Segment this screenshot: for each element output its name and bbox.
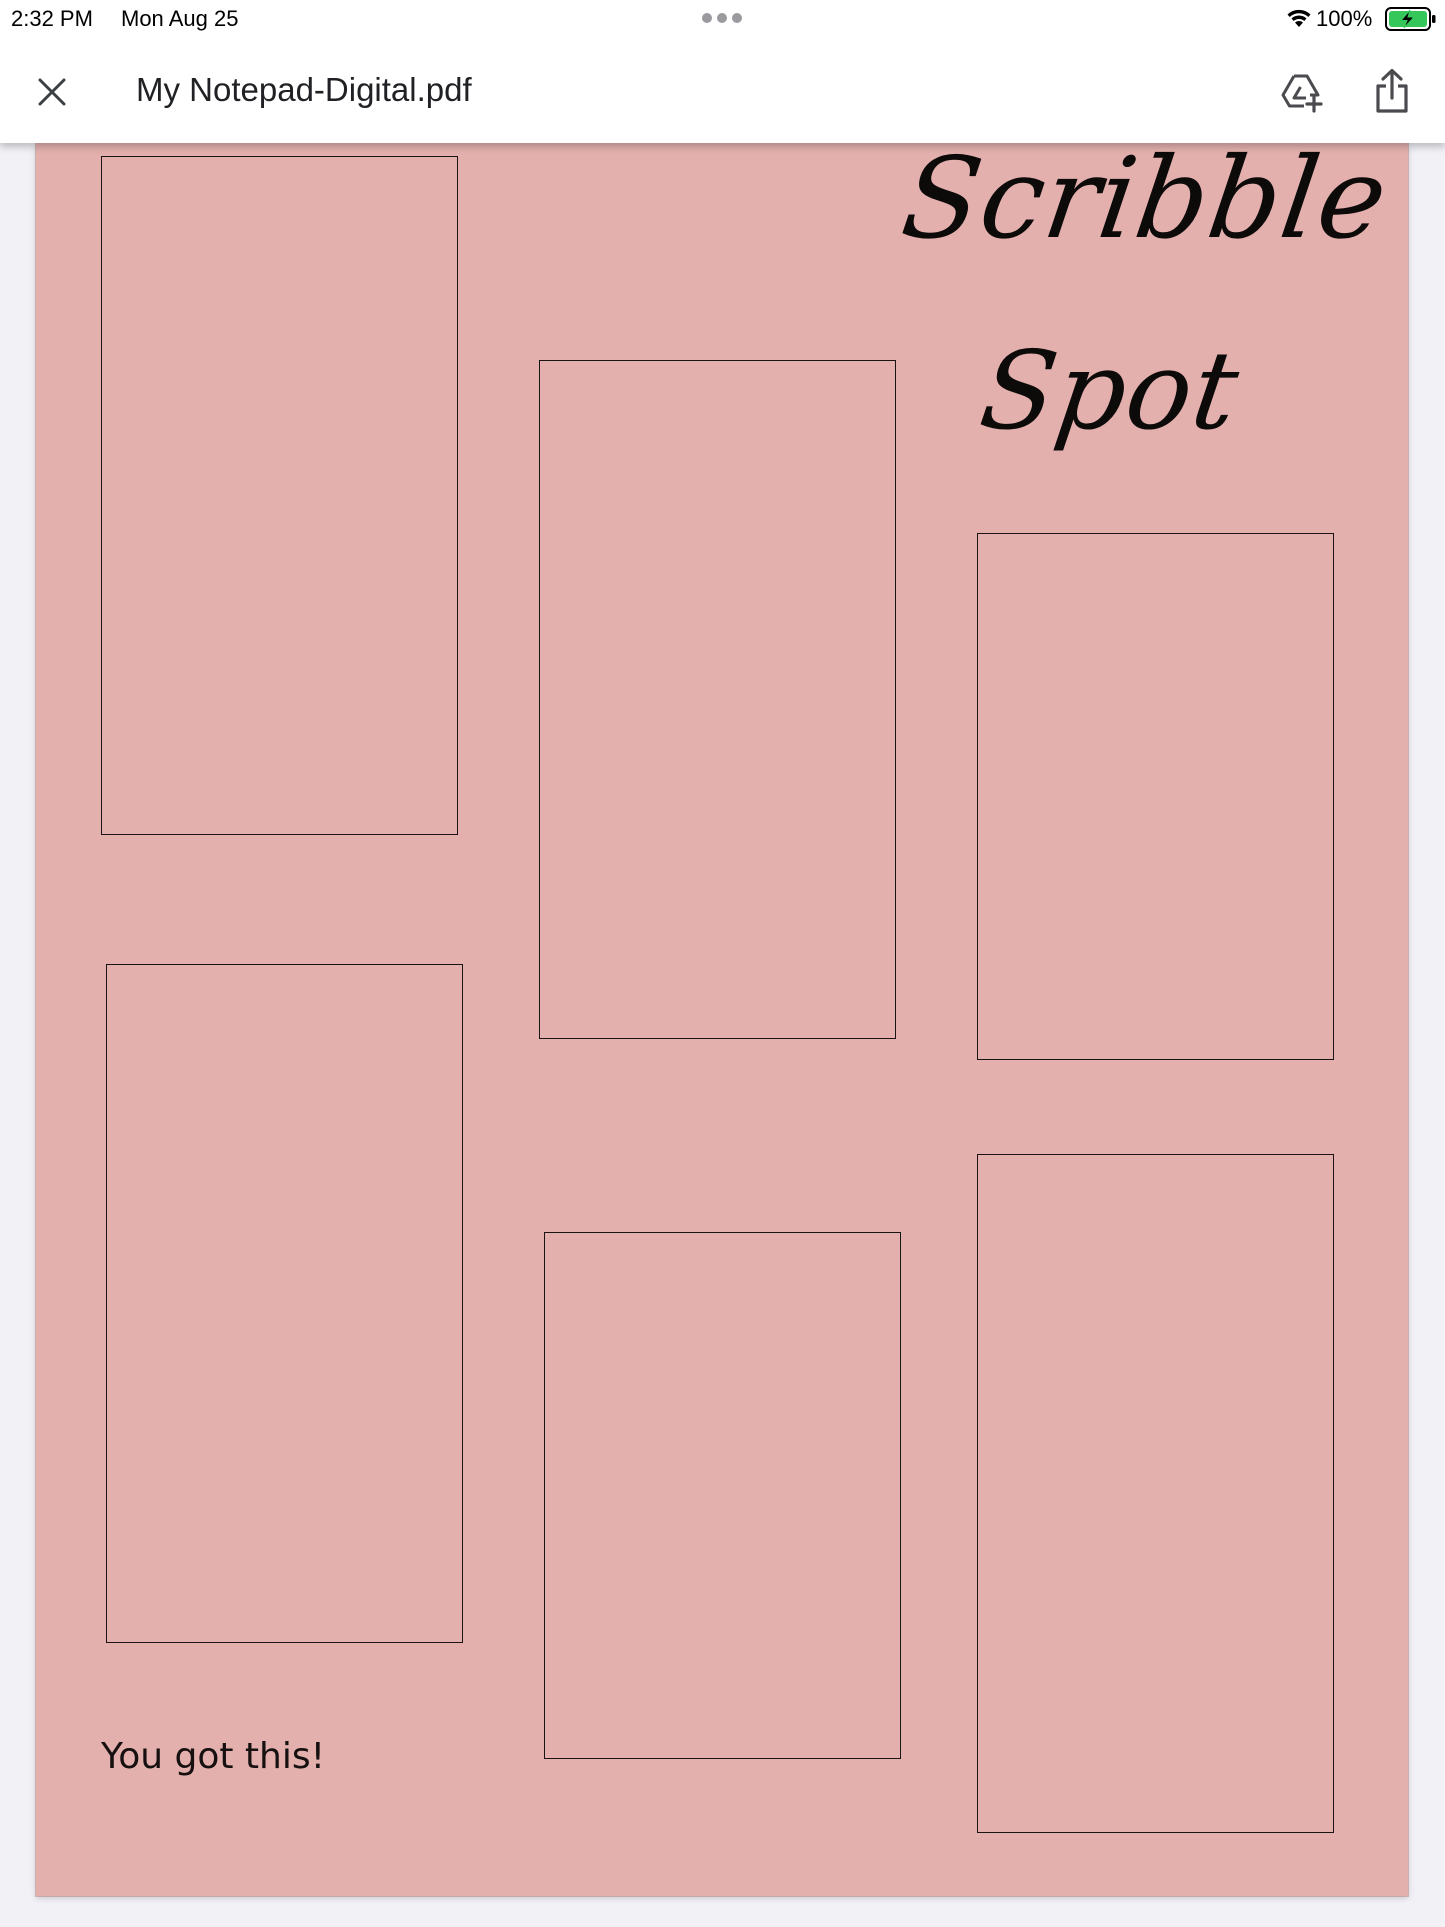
document-title: My Notepad-Digital.pdf <box>136 71 472 108</box>
status-time: 2:32 PM <box>11 6 93 31</box>
viewer-background <box>0 1896 1445 1927</box>
motto-text: You got this! <box>101 1736 326 1777</box>
battery-percent: 100% <box>1316 6 1373 31</box>
wifi-icon <box>1287 9 1311 27</box>
battery-charging-icon <box>1385 7 1436 31</box>
status-bar: 2:32 PM Mon Aug 25 100% <box>0 0 1445 38</box>
note-box <box>101 156 458 835</box>
pdf-page[interactable]: Scribble Spot You got this! <box>36 134 1408 1896</box>
close-button[interactable] <box>32 72 72 112</box>
add-to-drive-button[interactable] <box>1279 70 1325 116</box>
note-box <box>977 1154 1334 1833</box>
page-heading-line-2: Spot <box>973 329 1247 454</box>
add-to-drive-icon <box>1281 74 1323 113</box>
share-button[interactable] <box>1369 66 1415 116</box>
multitasking-dots-icon[interactable] <box>702 13 742 23</box>
note-box <box>106 964 463 1643</box>
close-icon <box>38 78 66 106</box>
share-icon <box>1376 68 1408 113</box>
status-date: Mon Aug 25 <box>121 6 239 31</box>
pdf-toolbar: My Notepad-Digital.pdf <box>0 38 1445 143</box>
note-box <box>539 360 896 1039</box>
note-box <box>977 533 1334 1060</box>
page-heading-line-1: Scribble <box>894 134 1396 264</box>
note-box <box>544 1232 901 1759</box>
